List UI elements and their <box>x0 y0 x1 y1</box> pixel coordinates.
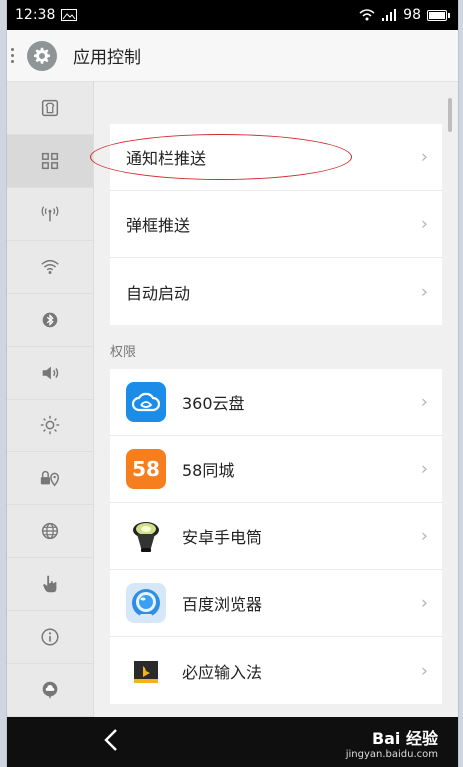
baidu-watermark: Bai 经验 jingyan.baidu.com <box>346 725 438 760</box>
watermark-brand: Bai 经验 <box>371 729 438 748</box>
navigation-bar: Bai 经验 jingyan.baidu.com <box>7 717 458 767</box>
app-name: 360云盘 <box>182 394 245 413</box>
app-name: 安卓手电筒 <box>182 528 263 547</box>
setting-row-popup-push[interactable]: 弹框推送 › <box>110 191 442 258</box>
chevron-right-icon: › <box>420 592 428 614</box>
setting-label: 自动启动 <box>126 283 191 303</box>
sidebar-item-hand[interactable] <box>7 558 93 612</box>
chevron-right-icon: › <box>420 281 428 302</box>
settings-card: 通知栏推送 › 弹框推送 › 自动启动 › <box>90 124 442 325</box>
speaker-icon <box>42 366 59 379</box>
content-area: 通知栏推送 › 弹框推送 › 自动启动 › 权限 360云盘 › 58 58同城… <box>7 82 458 718</box>
globe-icon <box>41 523 59 540</box>
chevron-right-icon: › <box>420 391 428 413</box>
sidebar-item-bluetooth[interactable] <box>7 294 93 347</box>
app-name: 百度浏览器 <box>182 595 263 614</box>
wifi-icon <box>41 259 59 274</box>
wifi-status-icon <box>359 9 375 21</box>
sidebar-item-cloud[interactable] <box>7 664 93 718</box>
browser-app-icon <box>126 583 166 623</box>
58-app-icon: 58 <box>126 449 166 489</box>
section-label-permissions: 权限 <box>110 345 137 360</box>
cloud-app-icon <box>126 382 166 422</box>
menu-dots-icon[interactable] <box>11 48 19 63</box>
setting-row-notification-push[interactable]: 通知栏推送 › <box>90 124 442 191</box>
app-row-bing-input[interactable]: 必应输入法 › <box>110 637 442 704</box>
setting-label: 弹框推送 <box>126 216 191 235</box>
main-panel: 通知栏推送 › 弹框推送 › 自动启动 › 权限 360云盘 › 58 58同城… <box>90 82 458 717</box>
title-bar: 应用控制 <box>7 30 458 82</box>
chevron-right-icon: › <box>420 525 428 547</box>
watermark-url: jingyan.baidu.com <box>345 749 438 760</box>
status-bar: 12:38 98 <box>7 0 458 30</box>
brightness-icon <box>40 416 60 435</box>
lock-location-icon <box>40 471 59 487</box>
setting-label: 通知栏推送 <box>126 149 207 168</box>
flashlight-app-icon <box>126 516 166 556</box>
app-row-58[interactable]: 58 58同城 › <box>110 436 442 503</box>
chevron-right-icon: › <box>420 146 428 168</box>
battery-icon <box>427 9 450 21</box>
app-name: 58同城 <box>182 461 235 480</box>
sidebar-item-grid[interactable] <box>7 134 93 188</box>
app-name: 必应输入法 <box>182 662 263 682</box>
hand-pointer-icon <box>43 576 57 593</box>
sidebar-item-speaker[interactable] <box>7 347 93 400</box>
app-icon-text: 58 <box>132 457 160 481</box>
app-row-360-cloud[interactable]: 360云盘 › <box>110 369 442 436</box>
phone-screen: 12:38 98 应用控制 通知栏推送 › 弹框推送 › 自动启动 › 权限 3… <box>6 0 459 767</box>
signal-icon <box>381 9 397 21</box>
sidebar-item-globe[interactable] <box>7 505 93 559</box>
cloud-icon <box>42 681 58 700</box>
setting-row-auto-start[interactable]: 自动启动 › <box>110 258 442 325</box>
battery-level: 98 <box>403 7 421 23</box>
info-icon <box>41 628 59 646</box>
grid-icon <box>41 152 59 169</box>
image-icon <box>61 9 78 21</box>
permissions-card: 360云盘 › 58 58同城 › 安卓手电筒 › 百度浏览器 › 必应输入法 … <box>110 369 442 704</box>
back-arrow-icon <box>104 729 117 751</box>
chevron-right-icon: › <box>420 458 428 480</box>
sidebar-item-antenna[interactable] <box>7 188 93 241</box>
app-row-baidu-browser[interactable]: 百度浏览器 › <box>110 570 442 637</box>
sidebar <box>7 82 94 718</box>
sidebar-item-lock-location[interactable] <box>7 452 93 506</box>
back-button[interactable] <box>102 727 120 757</box>
bing-app-icon <box>126 650 166 691</box>
page-title: 应用控制 <box>73 48 141 68</box>
chevron-right-icon: › <box>420 213 428 235</box>
sidebar-item-info[interactable] <box>7 611 93 665</box>
bluetooth-icon <box>42 312 58 327</box>
sidebar-item-wifi[interactable] <box>7 241 93 294</box>
antenna-icon <box>41 206 59 222</box>
app-row-flashlight[interactable]: 安卓手电筒 › <box>110 503 442 570</box>
scrollbar[interactable] <box>448 98 452 132</box>
sidebar-item-brightness[interactable] <box>7 400 93 453</box>
chevron-right-icon: › <box>420 660 428 681</box>
shirt-icon <box>41 99 59 117</box>
clock: 12:38 <box>15 7 56 23</box>
sidebar-item-shirt[interactable] <box>7 82 93 135</box>
gear-icon <box>27 40 57 71</box>
